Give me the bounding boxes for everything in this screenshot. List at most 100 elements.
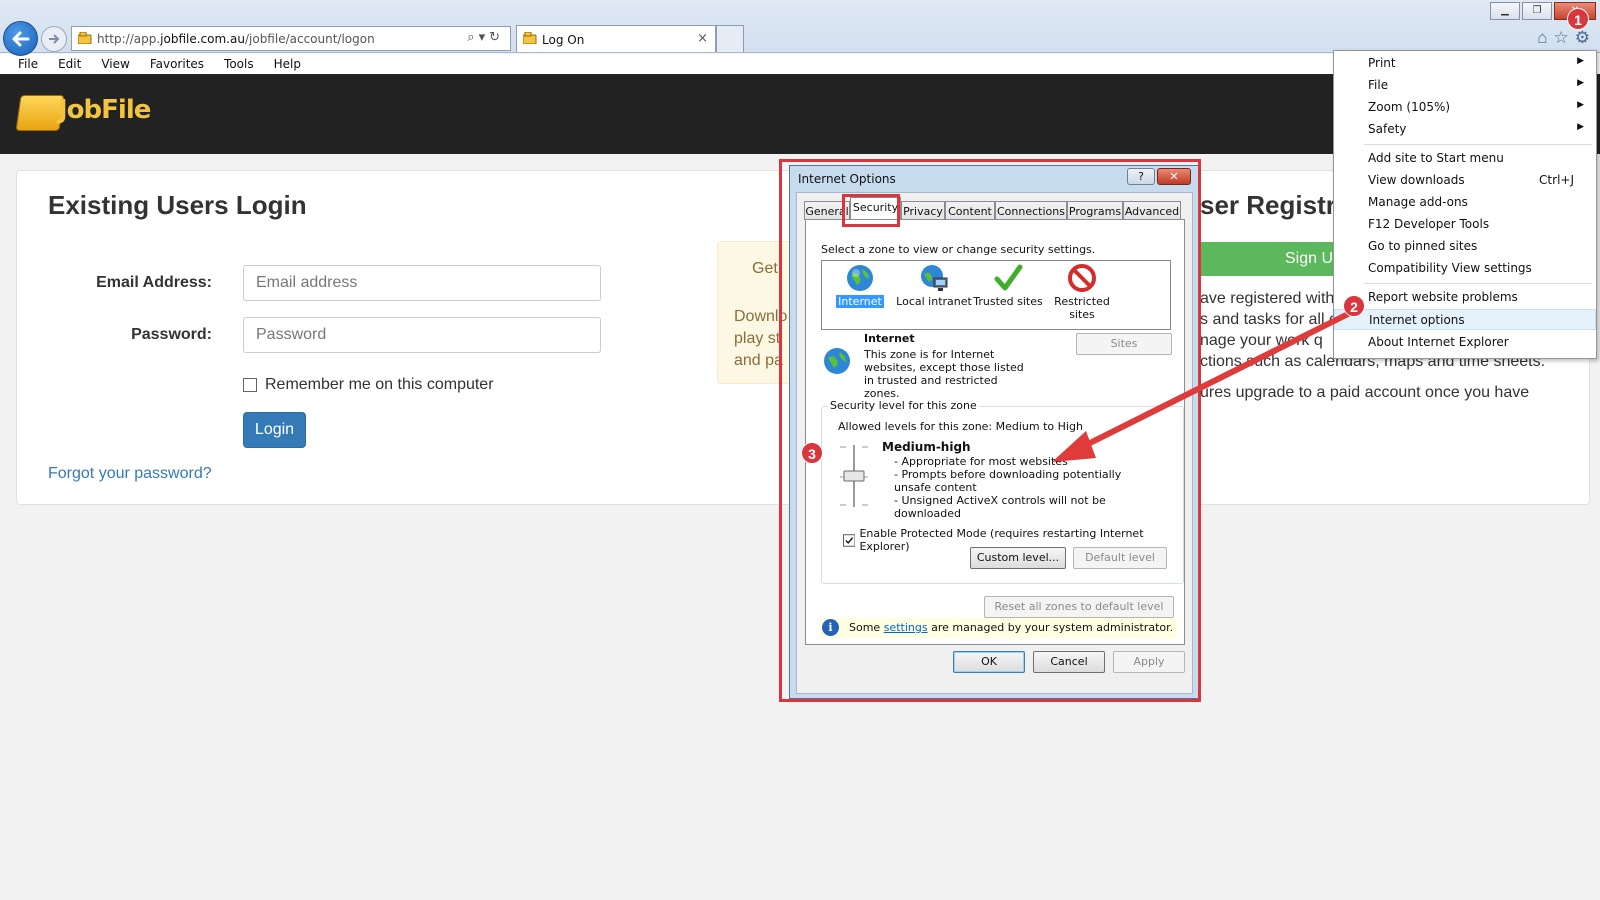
dialog-body: General Security Privacy Content Connect… bbox=[796, 192, 1193, 694]
step-badge-3: 3 bbox=[801, 442, 823, 464]
tab-programs[interactable]: Programs bbox=[1067, 201, 1123, 220]
level-point: - Unsigned ActiveX controls will not be … bbox=[894, 494, 1106, 520]
submenu-arrow-icon: ▶ bbox=[1577, 56, 1584, 66]
menu-view[interactable]: View bbox=[91, 54, 139, 74]
site-logo[interactable]: JobFile bbox=[15, 87, 151, 135]
dialog-help-button[interactable]: ? bbox=[1127, 168, 1155, 185]
registration-title: ser Registra bbox=[1200, 190, 1351, 220]
checkbox-checked-icon[interactable] bbox=[843, 533, 856, 547]
admin-info-bar: i Some settings are managed by your syst… bbox=[820, 618, 1177, 638]
menu-item-view-downloads[interactable]: View downloads Ctrl+J bbox=[1334, 170, 1596, 191]
menu-separator bbox=[1364, 144, 1592, 145]
tab-title: Log On bbox=[542, 33, 585, 47]
restore-button[interactable]: ❐ bbox=[1522, 2, 1552, 20]
tab-content[interactable]: Content bbox=[945, 201, 995, 220]
forward-arrow-icon bbox=[49, 34, 60, 44]
menu-item-compat-view[interactable]: Compatibility View settings bbox=[1334, 258, 1596, 279]
new-tab-button[interactable] bbox=[716, 25, 744, 52]
login-button[interactable]: Login bbox=[243, 412, 306, 448]
forward-button[interactable] bbox=[41, 26, 67, 52]
gear-icon[interactable]: ⚙ bbox=[1575, 28, 1590, 48]
dropdown-chevron-icon[interactable]: ▾ bbox=[479, 30, 490, 45]
reset-all-zones-button[interactable]: Reset all zones to default level bbox=[984, 596, 1174, 618]
back-arrow-icon bbox=[12, 31, 30, 47]
level-points: - Appropriate for most websites - Prompt… bbox=[894, 455, 1144, 520]
menu-tools[interactable]: Tools bbox=[214, 54, 264, 74]
level-point: - Appropriate for most websites bbox=[894, 455, 1068, 468]
allowed-levels-text: Allowed levels for this zone: Medium to … bbox=[838, 420, 1083, 433]
zone-label: Restricted sites bbox=[1054, 295, 1110, 321]
remember-me[interactable]: Remember me on this computer bbox=[243, 376, 494, 394]
menu-item-internet-options[interactable]: Internet options bbox=[1334, 309, 1596, 330]
search-icon[interactable]: ⌕ bbox=[467, 30, 478, 45]
menu-item-pinned-sites[interactable]: Go to pinned sites bbox=[1334, 236, 1596, 257]
zone-restricted-sites[interactable]: Restricted sites bbox=[1040, 263, 1124, 321]
password-field[interactable] bbox=[243, 317, 601, 353]
dialog-title: Internet Options bbox=[798, 172, 896, 186]
zone-description: This zone is for Internet websites, exce… bbox=[864, 348, 1024, 400]
forgot-password-link[interactable]: Forgot your password? bbox=[48, 465, 212, 483]
menu-item-print[interactable]: Print ▶ bbox=[1334, 53, 1596, 74]
menu-item-safety[interactable]: Safety ▶ bbox=[1334, 119, 1596, 140]
remember-label: Remember me on this computer bbox=[265, 376, 494, 393]
tools-menu: Print ▶ File ▶ Zoom (105%) ▶ Safety ▶ Add si… bbox=[1333, 50, 1597, 359]
level-point: - Prompts before downloading potentially… bbox=[894, 468, 1122, 494]
home-icon[interactable]: ⌂ bbox=[1537, 28, 1547, 48]
ok-button[interactable]: OK bbox=[953, 651, 1025, 673]
zone-trusted-sites[interactable]: Trusted sites bbox=[968, 263, 1048, 308]
tab-connections[interactable]: Connections bbox=[995, 201, 1067, 220]
zone-name: Internet bbox=[864, 332, 915, 345]
browser-tab[interactable]: Log On × bbox=[516, 25, 716, 52]
dialog-close-button[interactable]: ✕ bbox=[1157, 168, 1191, 185]
tab-general[interactable]: General bbox=[804, 201, 850, 220]
sites-button[interactable]: Sites bbox=[1076, 333, 1172, 355]
back-button[interactable] bbox=[3, 21, 38, 56]
default-level-button[interactable]: Default level bbox=[1073, 547, 1167, 569]
security-level-slider[interactable] bbox=[836, 441, 872, 511]
refresh-icon[interactable]: ↻ bbox=[489, 30, 504, 45]
cancel-button[interactable]: Cancel bbox=[1033, 651, 1105, 673]
sign-up-button[interactable]: Sign U bbox=[1198, 242, 1338, 276]
email-field[interactable] bbox=[243, 265, 601, 301]
custom-level-button[interactable]: Custom level... bbox=[970, 547, 1066, 569]
promo-heading: Get bbox=[752, 260, 778, 277]
promo-line: Downlo bbox=[734, 308, 788, 325]
security-level-group: Security level for this zone Allowed lev… bbox=[821, 399, 1184, 584]
zone-internet[interactable]: Internet bbox=[820, 263, 900, 308]
group-title: Security level for this zone bbox=[828, 399, 979, 412]
settings-link[interactable]: settings bbox=[884, 621, 928, 634]
info-text: Some bbox=[849, 621, 884, 634]
menu-item-zoom[interactable]: Zoom (105%) ▶ bbox=[1334, 97, 1596, 118]
address-tools: ⌕▾↻ bbox=[467, 30, 504, 45]
menu-item-manage-addons[interactable]: Manage add-ons bbox=[1334, 192, 1596, 213]
restricted-icon bbox=[1068, 264, 1096, 292]
security-tab-pane: Select a zone to view or change security… bbox=[805, 219, 1185, 645]
menu-file[interactable]: File bbox=[8, 54, 48, 74]
menu-favorites[interactable]: Favorites bbox=[140, 54, 214, 74]
submenu-arrow-icon: ▶ bbox=[1577, 100, 1584, 110]
menu-edit[interactable]: Edit bbox=[48, 54, 91, 74]
zone-label: Trusted sites bbox=[973, 295, 1043, 308]
menu-item-report-problems[interactable]: Report website problems bbox=[1334, 287, 1596, 308]
menu-help[interactable]: Help bbox=[264, 54, 311, 74]
zone-local-intranet[interactable]: Local intranet bbox=[894, 263, 974, 308]
address-bar[interactable]: http://app.jobfile.com.au/jobfile/accoun… bbox=[71, 26, 511, 51]
menu-item-about-ie[interactable]: About Internet Explorer bbox=[1334, 332, 1596, 353]
tab-privacy[interactable]: Privacy bbox=[901, 201, 945, 220]
favorites-star-icon[interactable]: ☆ bbox=[1554, 28, 1569, 48]
email-label: Email Address: bbox=[96, 274, 212, 291]
menu-item-file[interactable]: File ▶ bbox=[1334, 75, 1596, 96]
menu-item-f12-tools[interactable]: F12 Developer Tools bbox=[1334, 214, 1596, 235]
zone-list: Internet Local intranet Trusted sites Re… bbox=[821, 260, 1171, 330]
logo-text: JobFile bbox=[58, 95, 151, 125]
minimize-button[interactable]: ▁ bbox=[1490, 2, 1520, 20]
info-icon: i bbox=[822, 619, 839, 636]
apply-button[interactable]: Apply bbox=[1113, 651, 1185, 673]
tab-security[interactable]: Security bbox=[850, 197, 901, 221]
tab-close-icon[interactable]: × bbox=[697, 31, 708, 46]
menu-separator bbox=[1364, 283, 1592, 284]
remember-checkbox[interactable] bbox=[243, 378, 257, 392]
menu-item-add-to-start[interactable]: Add site to Start menu bbox=[1334, 148, 1596, 169]
zone-label: Internet bbox=[836, 295, 884, 308]
tab-advanced[interactable]: Advanced bbox=[1123, 201, 1181, 220]
